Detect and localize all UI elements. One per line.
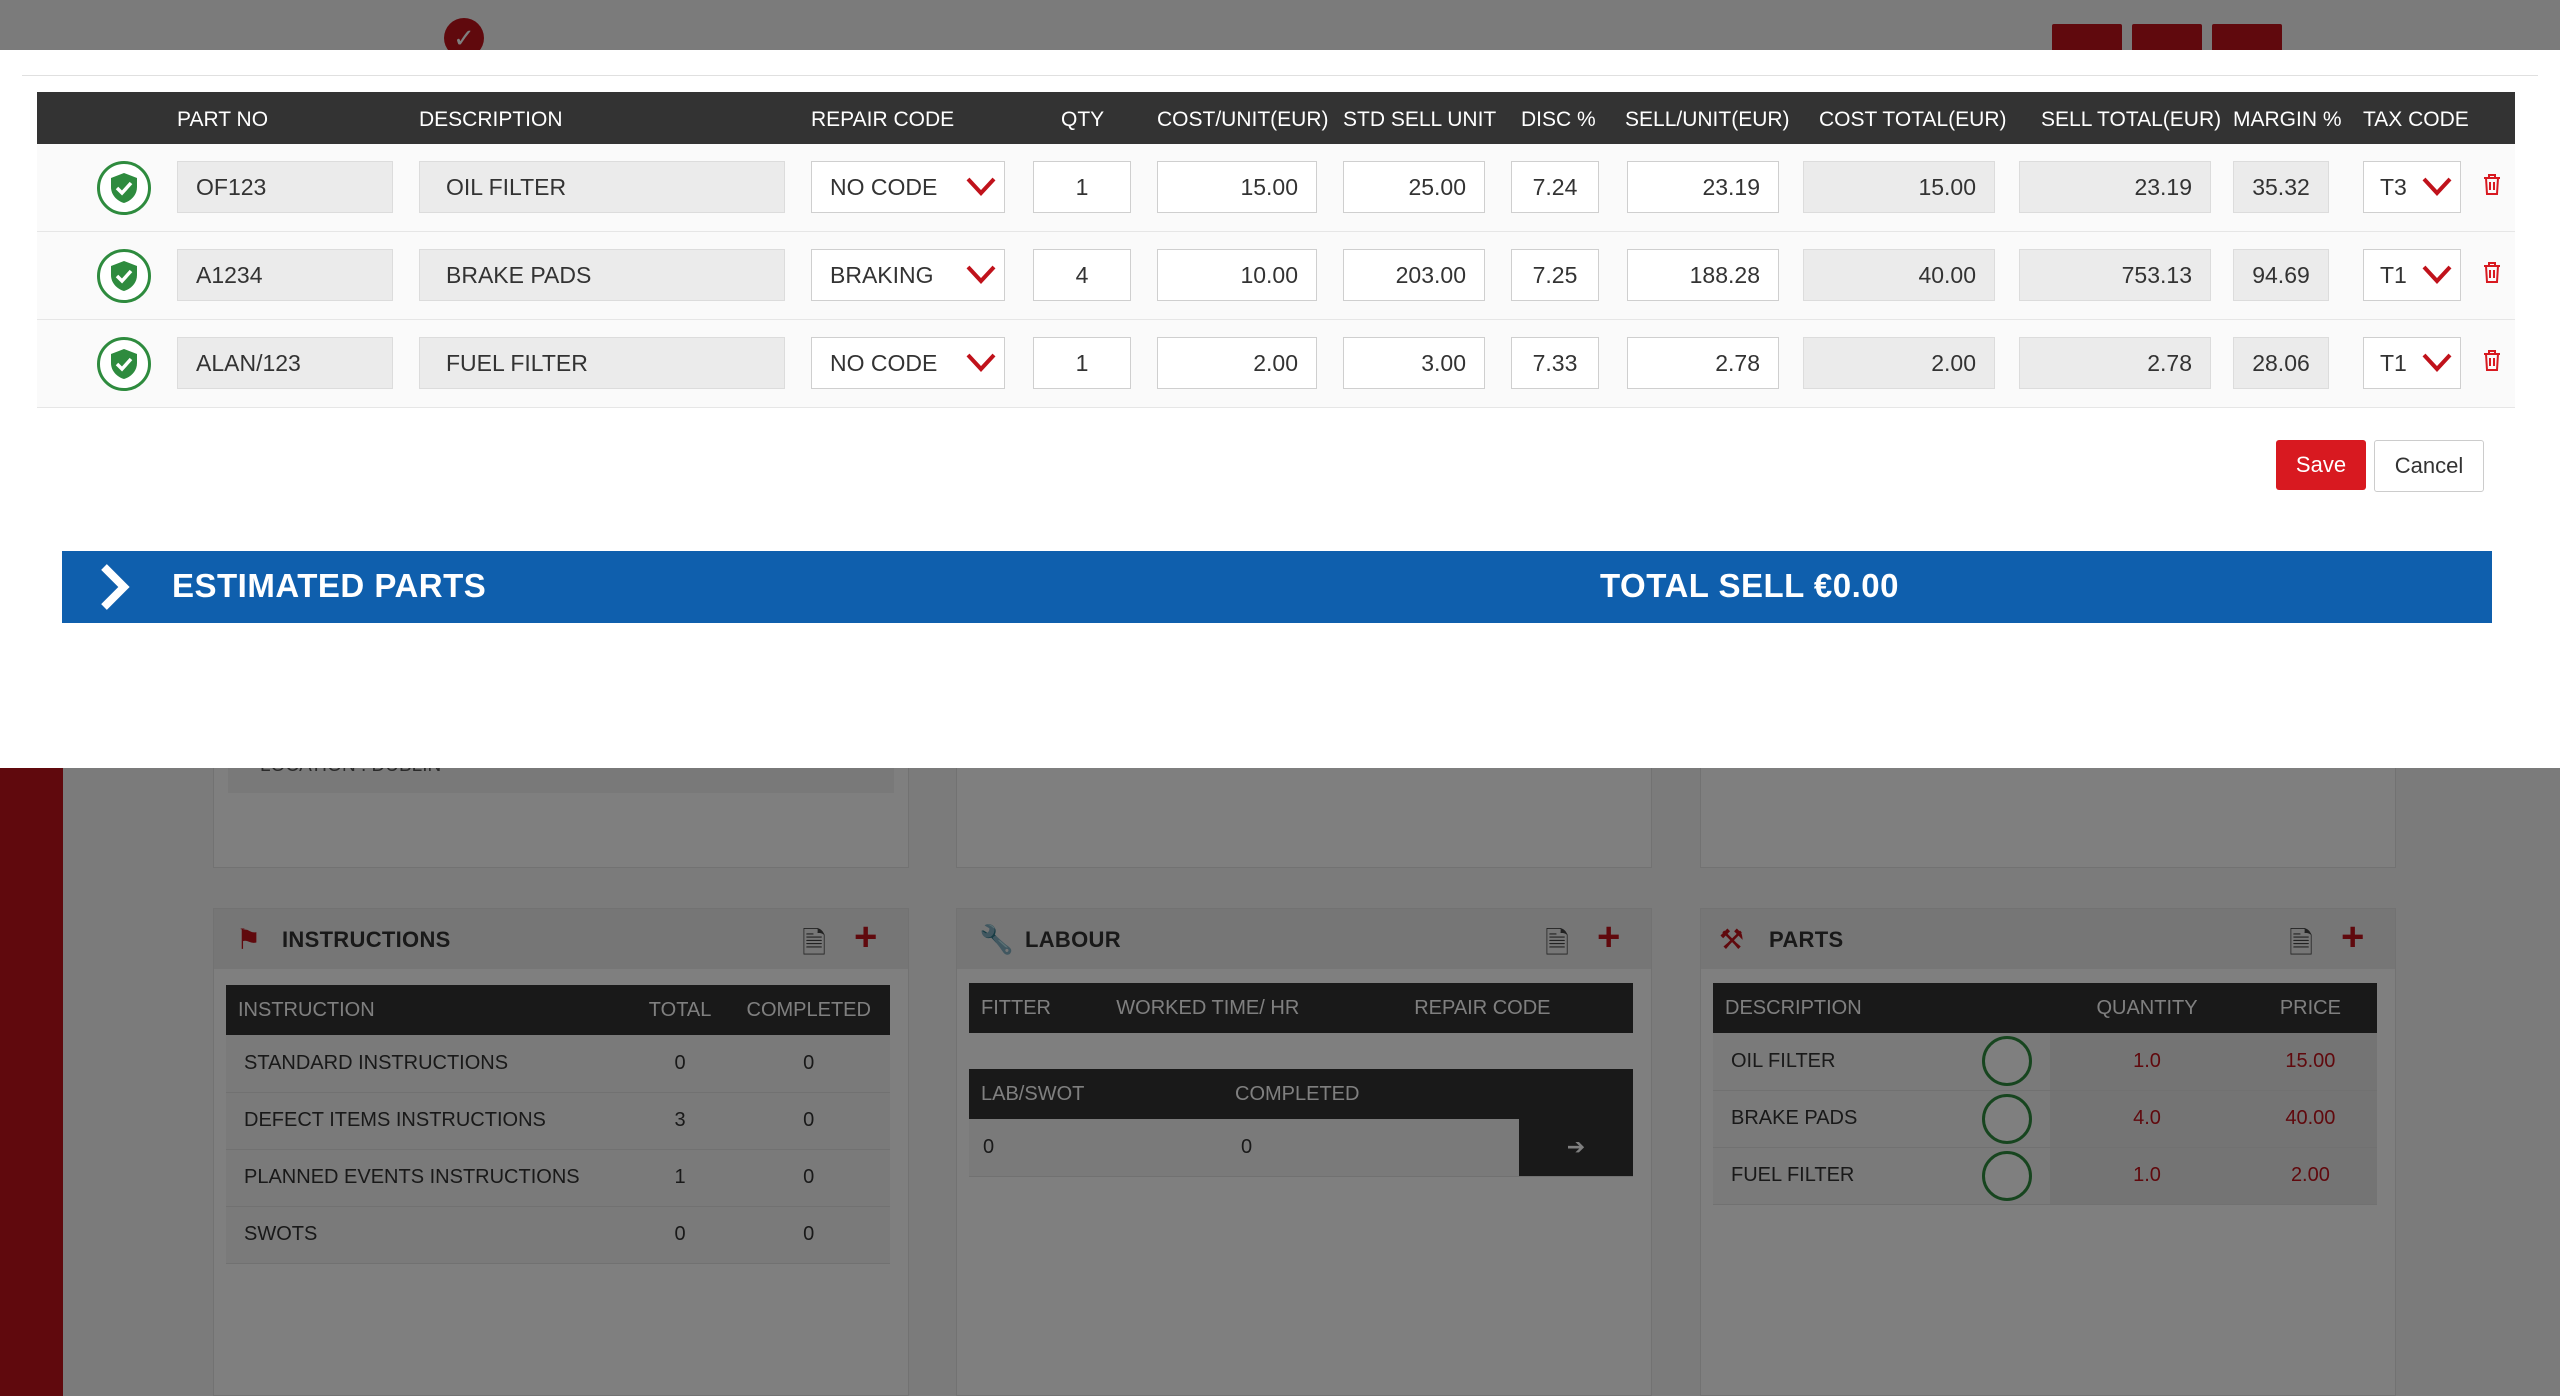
col-tax-code: TAX CODE (2363, 108, 2469, 131)
margin-field: 35.32 (2233, 161, 2329, 213)
part-no-field[interactable]: A1234 (177, 249, 393, 301)
part-no-field[interactable]: ALAN/123 (177, 337, 393, 389)
disc-input[interactable]: 7.24 (1511, 161, 1599, 213)
chevron-down-icon (2422, 265, 2452, 284)
estimated-parts-bar[interactable]: ESTIMATED PARTS TOTAL SELL €0.00 (62, 551, 2492, 623)
parts-edit-modal: PART NO DESCRIPTION REPAIR CODE QTY COST… (0, 50, 2560, 768)
trash-icon[interactable] (2481, 348, 2503, 372)
cost-unit-input[interactable]: 2.00 (1157, 337, 1317, 389)
repair-code-select[interactable]: BRAKING (811, 249, 1005, 301)
sell-total-field: 2.78 (2019, 337, 2211, 389)
col-disc: DISC % (1521, 108, 1596, 131)
part-no-field[interactable]: OF123 (177, 161, 393, 213)
col-sell-total: SELL TOTAL(EUR) (2041, 108, 2222, 131)
cost-total-field: 15.00 (1803, 161, 1995, 213)
std-sell-unit-input[interactable]: 203.00 (1343, 249, 1485, 301)
qty-input[interactable]: 1 (1033, 161, 1131, 213)
check-shield-icon (97, 337, 151, 391)
repair-code-select[interactable]: NO CODE (811, 161, 1005, 213)
col-qty: QTY (1061, 108, 1105, 131)
margin-field: 28.06 (2233, 337, 2329, 389)
sell-unit-input[interactable]: 23.19 (1627, 161, 1779, 213)
description-field[interactable]: OIL FILTER (419, 161, 785, 213)
sell-total-field: 23.19 (2019, 161, 2211, 213)
col-margin: MARGIN % (2233, 108, 2342, 131)
sell-unit-input[interactable]: 2.78 (1627, 337, 1779, 389)
chevron-right-icon[interactable] (98, 563, 132, 611)
col-std-sell-unit: STD SELL UNIT (1343, 108, 1497, 131)
disc-input[interactable]: 7.25 (1511, 249, 1599, 301)
qty-input[interactable]: 4 (1033, 249, 1131, 301)
col-cost-unit: COST/UNIT(EUR) (1157, 108, 1329, 131)
total-sell-label: TOTAL SELL €0.00 (1600, 567, 1899, 604)
repair-code-select[interactable]: NO CODE (811, 337, 1005, 389)
col-sell-unit: SELL/UNIT(EUR) (1625, 108, 1790, 131)
trash-icon[interactable] (2481, 172, 2503, 196)
chevron-down-icon (966, 353, 996, 372)
tax-code-select[interactable]: T3 (2363, 161, 2461, 213)
col-cost-total: COST TOTAL(EUR) (1819, 108, 2007, 131)
description-field[interactable]: FUEL FILTER (419, 337, 785, 389)
estimated-parts-title: ESTIMATED PARTS (172, 567, 487, 604)
parts-row: A1234 BRAKE PADS BRAKING 4 10.00 203.00 … (37, 232, 2515, 320)
chevron-down-icon (966, 177, 996, 196)
cost-total-field: 40.00 (1803, 249, 1995, 301)
chevron-down-icon (2422, 177, 2452, 196)
std-sell-unit-input[interactable]: 3.00 (1343, 337, 1485, 389)
cost-unit-input[interactable]: 15.00 (1157, 161, 1317, 213)
qty-input[interactable]: 1 (1033, 337, 1131, 389)
chevron-down-icon (966, 265, 996, 284)
description-field[interactable]: BRAKE PADS (419, 249, 785, 301)
col-part-no: PART NO (177, 108, 269, 131)
col-description: DESCRIPTION (419, 108, 563, 131)
parts-table-header: PART NO DESCRIPTION REPAIR CODE QTY COST… (37, 92, 2515, 144)
cost-unit-input[interactable]: 10.00 (1157, 249, 1317, 301)
margin-field: 94.69 (2233, 249, 2329, 301)
std-sell-unit-input[interactable]: 25.00 (1343, 161, 1485, 213)
cost-total-field: 2.00 (1803, 337, 1995, 389)
parts-row: ALAN/123 FUEL FILTER NO CODE 1 2.00 3.00… (37, 320, 2515, 408)
check-shield-icon (97, 161, 151, 215)
tax-code-select[interactable]: T1 (2363, 337, 2461, 389)
parts-row: OF123 OIL FILTER NO CODE 1 15.00 25.00 7… (37, 144, 2515, 232)
check-shield-icon (97, 249, 151, 303)
save-button[interactable]: Save (2276, 440, 2366, 490)
chevron-down-icon (2422, 353, 2452, 372)
sell-unit-input[interactable]: 188.28 (1627, 249, 1779, 301)
cancel-button[interactable]: Cancel (2374, 440, 2484, 492)
trash-icon[interactable] (2481, 260, 2503, 284)
sell-total-field: 753.13 (2019, 249, 2211, 301)
disc-input[interactable]: 7.33 (1511, 337, 1599, 389)
col-repair-code: REPAIR CODE (811, 108, 955, 131)
tax-code-select[interactable]: T1 (2363, 249, 2461, 301)
